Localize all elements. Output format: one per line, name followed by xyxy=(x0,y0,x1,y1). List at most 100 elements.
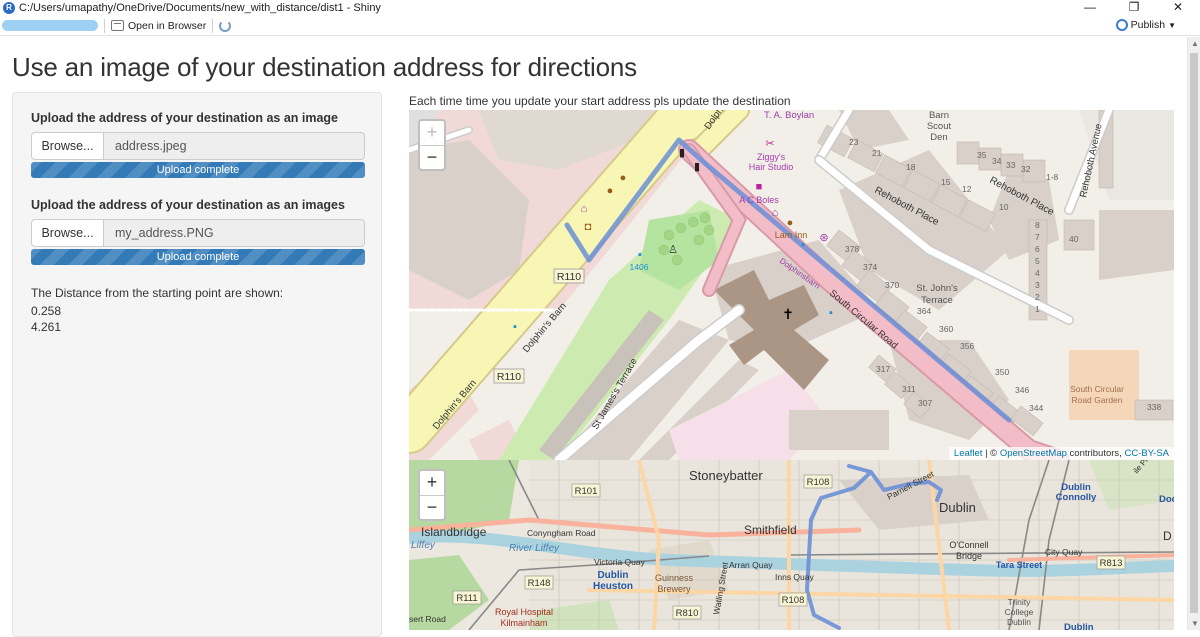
svg-text:5: 5 xyxy=(1035,256,1040,266)
svg-text:344: 344 xyxy=(1029,403,1043,413)
viewer-toolbar: Open in Browser Publish ▼ xyxy=(0,16,1200,36)
restore-button[interactable]: ❐ xyxy=(1112,0,1156,16)
scroll-up-arrow-icon[interactable]: ▲ xyxy=(1191,39,1199,48)
road-shield-r110: R110 xyxy=(493,368,525,384)
map-destination-tiles: R110 R110 ⌂ ● ● ✝ ✂ ■ ⌂ ● ⊛ ▪ ▪ ▪ ▪ ▮ ▮ … xyxy=(409,110,1174,460)
svg-text:338: 338 xyxy=(1147,402,1161,412)
refresh-icon[interactable] xyxy=(219,19,232,32)
svg-text:St. John's: St. John's xyxy=(916,283,958,294)
svg-text:Dublin: Dublin xyxy=(1007,617,1031,627)
publish-icon xyxy=(1115,19,1128,31)
publish-button[interactable]: Publish ▼ xyxy=(1115,19,1176,31)
svg-text:356: 356 xyxy=(960,341,974,351)
burger-icon: ● xyxy=(787,217,794,229)
svg-text:R810: R810 xyxy=(676,608,699,619)
page-title: Use an image of your destination address… xyxy=(12,52,637,82)
svg-text:10: 10 xyxy=(999,202,1009,212)
svg-text:6: 6 xyxy=(1035,244,1040,254)
road-shield-r148: R148 xyxy=(524,575,554,590)
page-scrollbar[interactable]: ▲ ▼ xyxy=(1187,37,1200,630)
rstudio-icon: R xyxy=(3,2,15,14)
upload2-browse-button[interactable]: Browse... xyxy=(31,219,104,247)
svg-text:R108: R108 xyxy=(782,595,805,606)
upload1-label: Upload the address of your destination a… xyxy=(31,111,339,125)
svg-text:R110: R110 xyxy=(557,271,581,283)
bus-stop-icon: ▪ xyxy=(829,307,833,319)
upload2-filename: my_address.PNG xyxy=(104,219,365,247)
svg-text:O'Connell: O'Connell xyxy=(949,540,988,550)
svg-text:City Quay: City Quay xyxy=(1045,547,1083,557)
svg-text:Road Garden: Road Garden xyxy=(1071,395,1122,405)
svg-text:Arran Quay: Arran Quay xyxy=(729,560,773,570)
svg-text:12: 12 xyxy=(962,184,972,194)
map2-zoom-out-button[interactable]: − xyxy=(420,495,444,519)
svg-text:Kilmainham: Kilmainham xyxy=(500,618,547,628)
window-controls: — ❐ ✕ xyxy=(1068,0,1200,16)
svg-text:Lam Inn: Lam Inn xyxy=(775,230,808,240)
svg-text:Tara Street: Tara Street xyxy=(996,560,1042,570)
distance-heading: The Distance from the starting point are… xyxy=(31,286,284,300)
leaflet-link[interactable]: Leaflet xyxy=(954,448,983,459)
map1-zoom-in-button[interactable]: + xyxy=(420,121,444,145)
svg-text:Royal Hospital: Royal Hospital xyxy=(495,607,553,617)
svg-text:Smithfield: Smithfield xyxy=(744,523,797,537)
map2-zoom-in-button[interactable]: + xyxy=(420,471,444,495)
map-overview[interactable]: R101 R108 R148 R111 R810 R108 R813 Stone… xyxy=(409,460,1174,630)
svg-text:1-8: 1-8 xyxy=(1046,172,1059,182)
map1-zoom-out-button[interactable]: − xyxy=(420,145,444,169)
map-destination[interactable]: R110 R110 ⌂ ● ● ✝ ✂ ■ ⌂ ● ⊛ ▪ ▪ ▪ ▪ ▮ ▮ … xyxy=(409,110,1174,460)
svg-text:18: 18 xyxy=(906,162,916,172)
svg-text:Stoneybatter: Stoneybatter xyxy=(689,468,763,483)
url-field[interactable] xyxy=(2,20,98,31)
svg-text:R108: R108 xyxy=(807,477,830,488)
upload1-browse-button[interactable]: Browse... xyxy=(31,132,104,160)
svg-text:32: 32 xyxy=(1021,164,1031,174)
svg-text:15: 15 xyxy=(941,177,951,187)
svg-text:346: 346 xyxy=(1015,385,1029,395)
bus-stop-icon: ▪ xyxy=(513,321,517,333)
traffic-signal-icon: ▮ xyxy=(679,147,685,159)
road-shield-r108: R108 xyxy=(778,592,808,607)
minimize-button[interactable]: — xyxy=(1068,0,1112,16)
toolbar-separator xyxy=(212,18,214,33)
svg-text:Scout: Scout xyxy=(927,121,952,132)
basket-icon: ⌂ xyxy=(581,203,588,215)
distance-value-2: 4.261 xyxy=(31,320,62,334)
window-titlebar: R C:/Users/umapathy/OneDrive/Documents/n… xyxy=(0,0,1200,16)
scroll-thumb[interactable] xyxy=(1190,53,1198,613)
license-link[interactable]: CC-BY-SA xyxy=(1124,448,1169,459)
close-button[interactable]: ✕ xyxy=(1156,0,1200,16)
svg-text:T. A. Boylan: T. A. Boylan xyxy=(764,110,814,121)
svg-text:D: D xyxy=(1163,529,1172,543)
map2-zoom-control: + − xyxy=(418,469,446,521)
svg-text:Inns Quay: Inns Quay xyxy=(775,572,814,582)
svg-text:35: 35 xyxy=(977,150,987,160)
svg-text:Bridge: Bridge xyxy=(956,551,982,561)
scroll-down-arrow-icon[interactable]: ▼ xyxy=(1191,619,1199,628)
open-in-browser-button[interactable]: Open in Browser xyxy=(111,20,206,32)
svg-text:307: 307 xyxy=(918,398,932,408)
road-shield-r110: R110 xyxy=(553,268,585,284)
svg-text:Hair Studio: Hair Studio xyxy=(749,162,794,172)
svg-text:8: 8 xyxy=(1035,220,1040,230)
traffic-signal-icon: ▮ xyxy=(694,161,700,173)
bicycle-icon: ⊛ xyxy=(819,232,828,244)
svg-text:Brewery: Brewery xyxy=(657,584,691,594)
svg-text:3: 3 xyxy=(1035,280,1040,290)
upload2-label: Upload the address of your destination a… xyxy=(31,198,345,212)
scissors-icon: ✂ xyxy=(765,138,774,150)
svg-text:370: 370 xyxy=(885,280,899,290)
window-title: C:/Users/umapathy/OneDrive/Documents/new… xyxy=(19,2,381,14)
svg-text:Den: Den xyxy=(930,132,947,143)
main-caption: Each time time you update your start add… xyxy=(409,94,791,108)
burger-icon: ● xyxy=(607,185,614,197)
osm-link[interactable]: OpenStreetMap xyxy=(1000,448,1067,459)
church-cross-icon: ✝ xyxy=(782,306,794,322)
map1-zoom-control: + − xyxy=(418,119,446,171)
svg-text:7: 7 xyxy=(1035,232,1040,242)
svg-text:R110: R110 xyxy=(497,371,521,383)
svg-text:34: 34 xyxy=(992,156,1002,166)
chevron-down-icon: ▼ xyxy=(1168,20,1176,30)
attribution-contributors: contributors, xyxy=(1066,448,1125,459)
toolbar-separator xyxy=(104,18,105,33)
